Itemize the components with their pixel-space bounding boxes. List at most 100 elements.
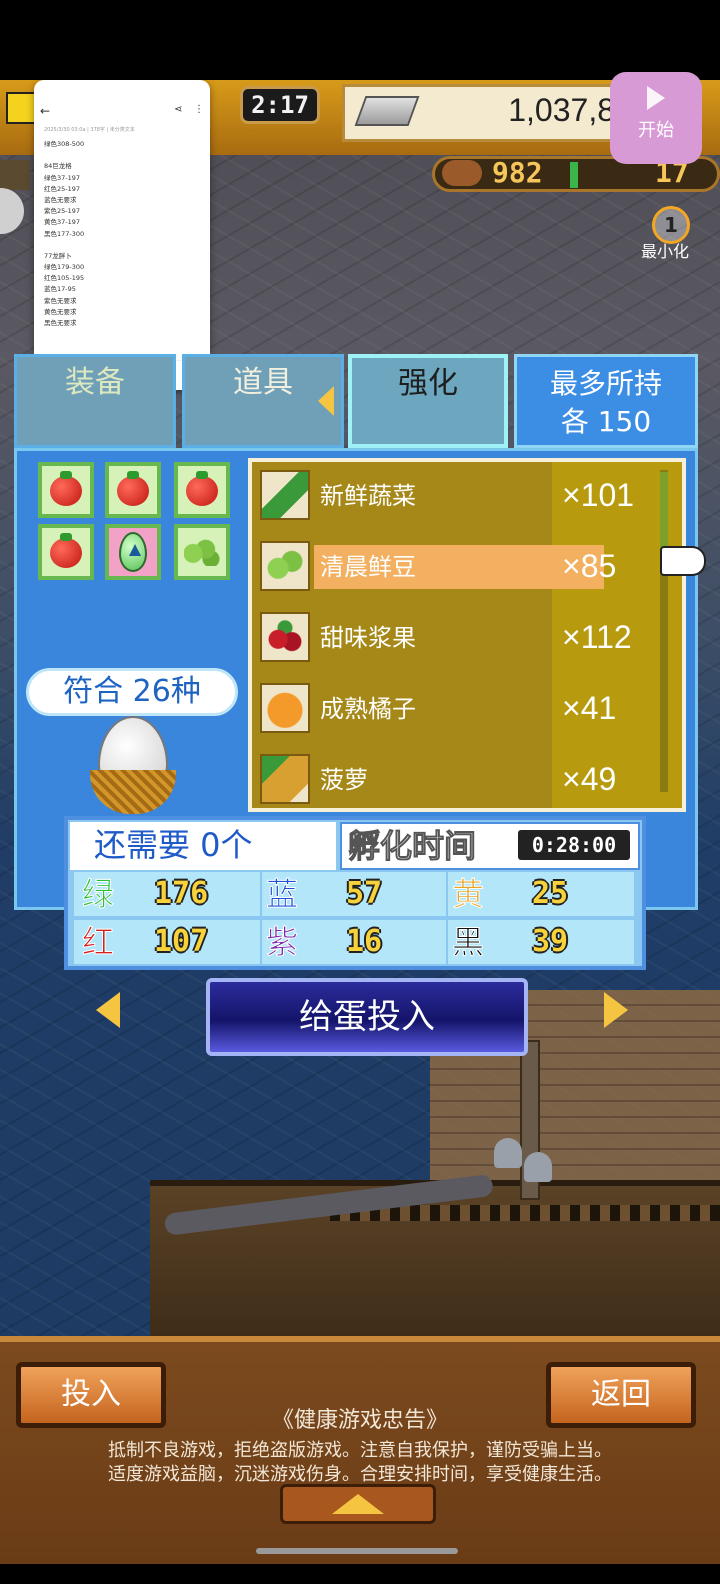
stat-red: 红 107 (74, 920, 260, 964)
ingredient-slot[interactable] (174, 462, 230, 518)
feed-egg-button[interactable]: 给蛋投入 (206, 978, 528, 1056)
ingredient-slot-selected[interactable] (105, 524, 161, 580)
stat-green: 绿 176 (74, 872, 260, 916)
item-name: 成熟橘子 (320, 695, 416, 723)
beans-icon (184, 538, 220, 566)
ship-deck (150, 1180, 720, 1340)
list-item[interactable]: 新鲜蔬菜 ×101 (260, 466, 670, 522)
max-hold-value: 各 150 (560, 405, 652, 438)
list-item[interactable]: 菠萝 ×49 (260, 750, 670, 806)
back-arrow-icon[interactable]: ← (40, 104, 50, 118)
item-quantity: ×85 (562, 548, 617, 584)
ingredient-slot[interactable] (38, 462, 94, 518)
max-hold-label: 最多所持 (549, 367, 662, 400)
stat-label: 红 (82, 923, 115, 962)
beans-icon (260, 541, 310, 591)
item-quantity: ×112 (562, 619, 632, 655)
berries-icon (260, 612, 310, 662)
item-name: 清晨鲜豆 (314, 545, 604, 589)
tomato-icon (50, 471, 82, 506)
prev-arrow-icon[interactable] (96, 992, 120, 1028)
notes-line: 绿色179-300 (44, 263, 85, 272)
item-name: 新鲜蔬菜 (320, 482, 416, 510)
menu-icon[interactable] (6, 92, 36, 124)
notes-floating-window[interactable]: ← ⋖ ⋮ 2025/3/30 03:0a | 378字 | 未分类文本 绿色3… (34, 80, 210, 390)
stat-value: 16 (346, 924, 383, 959)
item-quantity: ×41 (562, 690, 617, 726)
list-item[interactable]: 成熟橘子 ×41 (260, 679, 670, 735)
stat-label: 绿 (82, 875, 115, 914)
notes-line (44, 149, 204, 160)
notes-toolbar: ← ⋖ ⋮ (34, 104, 210, 124)
stat-value: 39 (532, 924, 569, 959)
record-start-button[interactable]: 开始 (610, 72, 702, 164)
notes-line: 红色25-197 (44, 184, 81, 193)
ingredient-slot[interactable] (174, 524, 230, 580)
notes-line: 黄色37-197 (44, 218, 81, 227)
stat-purple: 紫 16 (262, 920, 446, 964)
list-item[interactable]: 甜味浆果 ×112 (260, 608, 670, 664)
food-gauge (570, 162, 578, 188)
hatch-time-label: 孵化时间 (347, 826, 477, 866)
notes-line: 77龙胖卜 (44, 251, 72, 260)
notes-line: 紫色25-197 (44, 207, 81, 216)
notes-line: 黄色无要求 (44, 307, 77, 316)
stat-label: 紫 (266, 923, 299, 962)
notes-line: 蓝色无要求 (44, 195, 77, 204)
item-quantity: ×49 (562, 761, 617, 797)
money-value: 1,037,8 (508, 92, 615, 128)
notes-line: 紫色无要求 (44, 296, 77, 305)
tab-equipment[interactable]: 装备 (14, 354, 176, 448)
next-arrow-icon[interactable] (604, 992, 628, 1028)
item-name: 菠萝 (320, 766, 368, 794)
green-egg-icon (119, 532, 147, 572)
notes-line: 84巨龙格 (44, 162, 72, 171)
up-arrow-icon (332, 1494, 384, 1514)
meat-icon (442, 160, 482, 186)
vegetable-icon (260, 470, 310, 520)
tomato-icon (50, 533, 82, 568)
tab-enhance[interactable]: 强化 (348, 354, 508, 448)
list-item-selected[interactable]: 清晨鲜豆 ×85 (260, 537, 670, 593)
notes-line: 黑色177-300 (44, 229, 85, 238)
stat-value: 176 (154, 876, 209, 911)
max-hold-info: 最多所持 各 150 (514, 354, 698, 448)
hatch-time-value: 0:28:00 (518, 830, 630, 860)
share-icon[interactable]: ⋖ (174, 104, 182, 115)
hand-pointer-icon (660, 546, 706, 576)
stat-black: 黑 39 (448, 920, 634, 964)
stat-label: 黑 (452, 923, 485, 962)
silver-ingot-icon (354, 96, 420, 126)
ghost-sprite (524, 1152, 552, 1182)
item-quantity: ×101 (562, 477, 635, 513)
stat-value: 57 (346, 876, 383, 911)
record-start-label: 开始 (638, 120, 674, 141)
notes-meta: 2025/3/30 03:0a | 378字 | 未分类文本 (44, 127, 135, 133)
crest-icon (0, 160, 30, 190)
home-indicator[interactable] (256, 1548, 458, 1554)
remaining-needed: 还需要 0个 (70, 822, 336, 870)
notes-line (44, 239, 204, 250)
tab-prev-arrow-icon[interactable] (318, 386, 334, 416)
health-notice-title: 《健康游戏忠告》 (271, 1408, 448, 1433)
stat-label: 黄 (452, 875, 485, 914)
play-icon (647, 86, 665, 110)
ingredient-slot[interactable] (38, 524, 94, 580)
notes-content: 绿色308-500 84巨龙格 绿色37-197 红色25-197 蓝色无要求 … (44, 138, 204, 328)
ghost-sprite (494, 1138, 522, 1168)
food-value: 982 (492, 156, 543, 189)
ingredient-slot[interactable] (105, 462, 161, 518)
notes-line: 黑色无要求 (44, 319, 77, 327)
notes-line: 蓝色17-95 (44, 285, 76, 294)
stat-value: 25 (532, 876, 569, 911)
health-notice-line: 适度游戏益脑，沉迷游戏伤身。合理安排时间，享受健康生活。 (108, 1464, 612, 1485)
more-icon[interactable]: ⋮ (194, 104, 204, 115)
notes-line: 绿色37-197 (44, 173, 81, 182)
notes-line: 绿色308-500 (44, 140, 85, 148)
item-name: 甜味浆果 (320, 624, 416, 652)
orange-icon (260, 683, 310, 733)
stat-yellow: 黄 25 (448, 872, 634, 916)
tomato-icon (117, 471, 149, 506)
minimize-label[interactable]: 最小化 (630, 238, 700, 261)
tomato-icon (186, 471, 218, 506)
